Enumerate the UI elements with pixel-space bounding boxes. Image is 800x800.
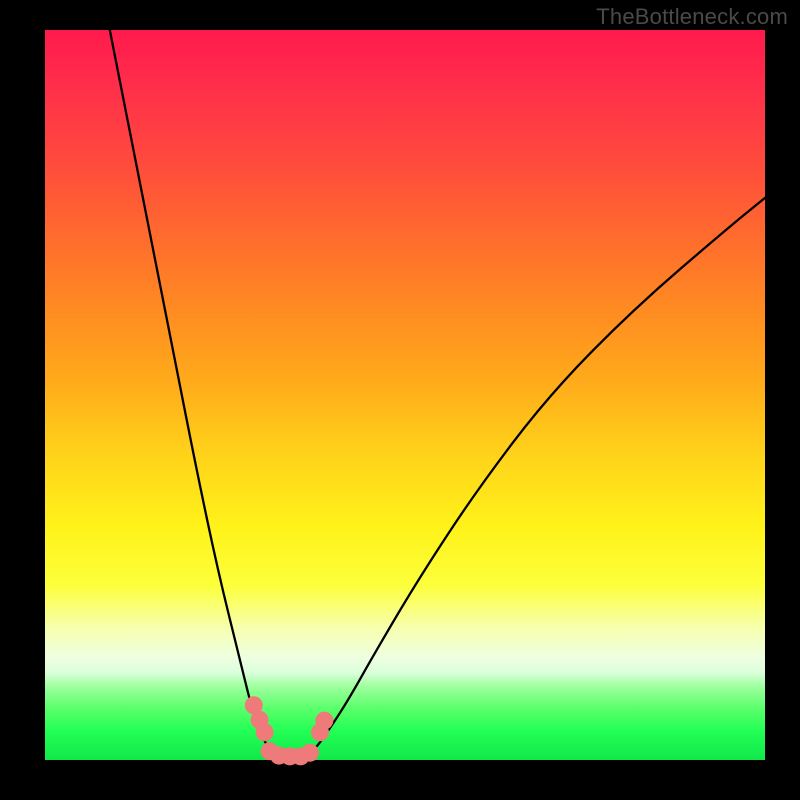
curve-group [110,30,765,757]
chart-frame: TheBottleneck.com [0,0,800,800]
data-marker [301,744,319,762]
curve-svg [45,30,765,760]
data-marker [315,712,333,730]
plot-area [45,30,765,760]
watermark-text: TheBottleneck.com [596,4,788,30]
bottleneck-curve [110,30,765,757]
marker-group [245,696,334,765]
data-marker [256,723,274,741]
